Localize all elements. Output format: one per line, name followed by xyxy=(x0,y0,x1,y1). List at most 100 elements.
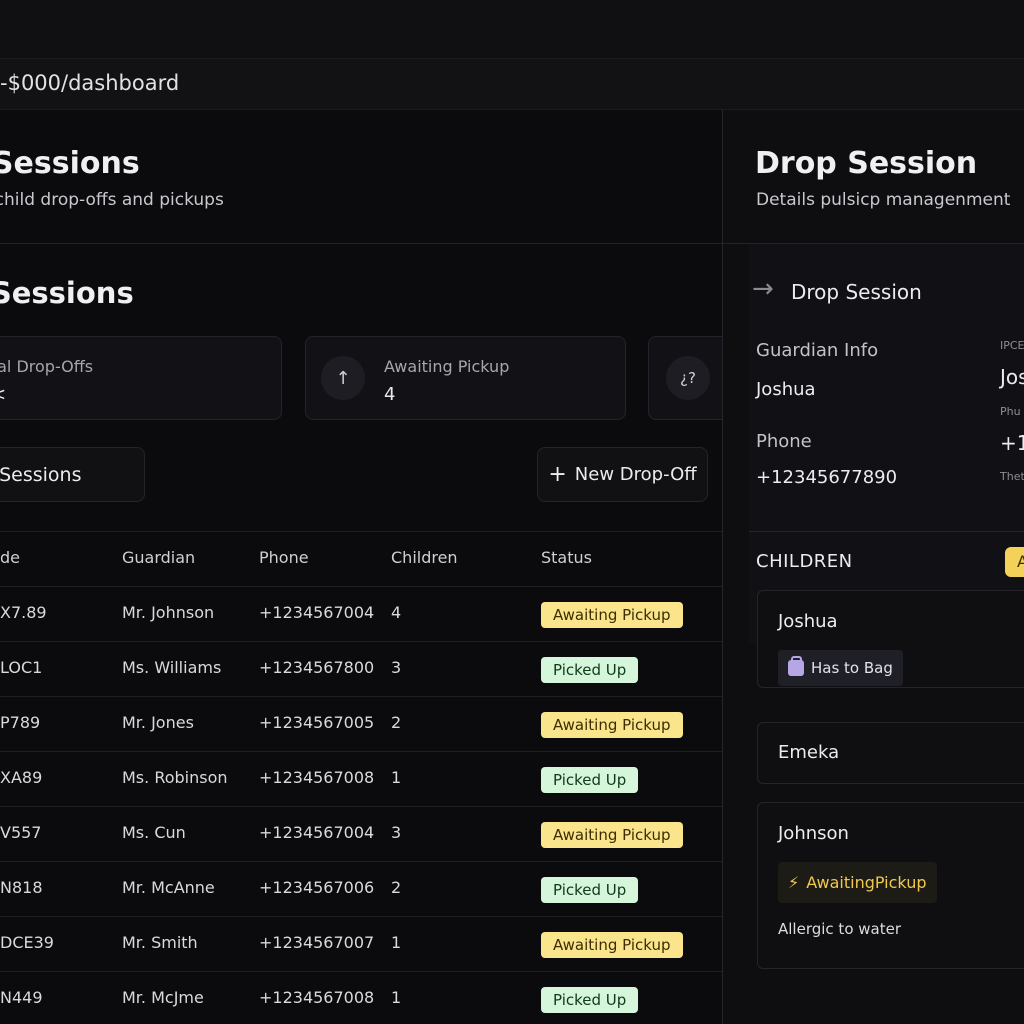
status-badge: Awaiting Pickup xyxy=(541,712,683,738)
cell-phone: +1234567004 xyxy=(259,603,375,622)
table-row[interactable]: X7.89 Mr. Johnson +1234567004 4 Awaiting… xyxy=(0,586,722,641)
table-row[interactable]: DCE39 Mr. Smith +1234567007 1 Awaiting P… xyxy=(0,916,722,971)
cell-guardian: Ms. Williams xyxy=(122,658,222,677)
cell-phone: +1234567800 xyxy=(259,658,375,677)
table-header: de Guardian Phone Children Status xyxy=(0,531,722,586)
cell-children: 1 xyxy=(391,768,402,787)
child-tag: Has to Bag xyxy=(778,650,903,686)
status-badge: Picked Up xyxy=(541,987,639,1013)
address-url[interactable]: -$000/dashboard xyxy=(0,71,179,95)
child-card-emeka[interactable]: Emeka xyxy=(757,722,1024,784)
cell-code: N449 xyxy=(0,988,43,1007)
cell-children: 4 xyxy=(391,603,402,622)
sessions-table: de Guardian Phone Children Status X7.89 … xyxy=(0,531,722,1024)
detail-title: Drop Session xyxy=(755,146,978,181)
cell-children: 1 xyxy=(391,988,402,1007)
cell-code: XA89 xyxy=(0,768,43,787)
cell-children: 3 xyxy=(391,823,402,842)
cell-phone: +1234567004 xyxy=(259,823,375,842)
table-row[interactable]: V557 Ms. Cun +1234567004 3 Awaiting Pick… xyxy=(0,806,722,861)
cell-phone: +1234567008 xyxy=(259,988,375,1007)
arrow-up-icon: ↑ xyxy=(321,356,365,400)
status-cell: Awaiting Pickup xyxy=(541,712,683,738)
page-title: p Sessions xyxy=(0,146,140,181)
cell-children: 1 xyxy=(391,933,402,952)
section-title: p Sessions xyxy=(0,276,134,310)
right-col-value: Jos xyxy=(1000,365,1024,389)
status-badge: Picked Up xyxy=(541,767,639,793)
status-cell: Awaiting Pickup xyxy=(541,822,683,848)
cell-code: P789 xyxy=(0,713,41,732)
stat-card-awaiting: ↑ Awaiting Pickup 4 xyxy=(305,336,626,420)
status-cell: Awaiting Pickup xyxy=(541,932,683,958)
status-cell: Awaiting Pickup xyxy=(541,602,683,628)
right-col-label: Thet xyxy=(1000,470,1024,483)
cell-guardian: Mr. McJme xyxy=(122,988,204,1007)
session-heading: Drop Session xyxy=(791,280,922,304)
cell-code: V557 xyxy=(0,823,42,842)
cell-phone: +1234567008 xyxy=(259,768,375,787)
cell-guardian: Mr. Jones xyxy=(122,713,194,732)
header-status[interactable]: Status xyxy=(541,548,592,567)
status-badge: Picked Up xyxy=(541,877,639,903)
status-badge: Picked Up xyxy=(541,657,639,683)
main-panel: p Sessions ge child drop-offs and pickup… xyxy=(0,110,748,1024)
sessions-list-tab[interactable]: p Sessions xyxy=(0,447,145,502)
status-cell: Picked Up xyxy=(541,877,639,903)
cell-guardian: Mr. Smith xyxy=(122,933,198,952)
header-code[interactable]: de xyxy=(0,548,20,567)
header-phone[interactable]: Phone xyxy=(259,548,309,567)
header-children[interactable]: Children xyxy=(391,548,458,567)
stat-value: 4 xyxy=(384,384,396,405)
cell-guardian: Ms. Robinson xyxy=(122,768,228,787)
detail-panel: Drop Session Details pulsicp managenment… xyxy=(722,110,1024,1024)
child-status-label: AwaitingPickup xyxy=(806,873,927,892)
header-divider xyxy=(0,243,722,244)
cell-guardian: Mr. Johnson xyxy=(122,603,215,622)
browser-tab-strip xyxy=(0,0,1024,58)
status-cell: Picked Up xyxy=(541,657,639,683)
cell-phone: +1234567007 xyxy=(259,933,375,952)
page-subtitle: ge child drop-offs and pickups xyxy=(0,190,224,210)
children-count-badge[interactable]: A xyxy=(1005,547,1024,577)
status-badge: Awaiting Pickup xyxy=(541,602,683,628)
cell-guardian: Mr. McAnne xyxy=(122,878,215,897)
child-name: Joshua xyxy=(778,611,838,632)
bag-icon xyxy=(788,656,804,676)
table-row[interactable]: P789 Mr. Jones +1234567005 2 Awaiting Pi… xyxy=(0,696,722,751)
sessions-list-label: p Sessions xyxy=(0,464,82,486)
stat-label: etal Drop-Offs xyxy=(0,357,94,376)
cell-code: X7.89 xyxy=(0,603,47,622)
status-cell: Picked Up xyxy=(541,987,639,1013)
cell-guardian: Ms. Cun xyxy=(122,823,186,842)
cell-children: 2 xyxy=(391,878,402,897)
stat-value: < xyxy=(0,384,6,405)
arrow-right-icon[interactable]: → xyxy=(752,276,774,302)
cell-code: DCE39 xyxy=(0,933,54,952)
table-row[interactable]: LOC1 Ms. Williams +1234567800 3 Picked U… xyxy=(0,641,722,696)
children-title: CHILDREN xyxy=(756,551,853,572)
guardian-name: Joshua xyxy=(756,379,816,400)
table-row[interactable]: N818 Mr. McAnne +1234567006 2 Picked Up xyxy=(0,861,722,916)
cell-children: 2 xyxy=(391,713,402,732)
right-col-label: Phu xyxy=(1000,405,1021,418)
phone-label: Phone xyxy=(756,431,812,452)
phone-value: +12345677890 xyxy=(756,467,898,488)
new-drop-off-label: New Drop-Off xyxy=(574,464,697,485)
status-cell: Picked Up xyxy=(541,767,639,793)
child-card-joshua[interactable]: Joshua Has to Bag xyxy=(757,590,1024,688)
cell-code: N818 xyxy=(0,878,43,897)
stat-card-total: etal Drop-Offs < xyxy=(0,336,282,420)
child-card-johnson[interactable]: Johnson ⚡ AwaitingPickup Allergic to wat… xyxy=(757,802,1024,969)
table-row[interactable]: XA89 Ms. Robinson +1234567008 1 Picked U… xyxy=(0,751,722,806)
question-icon: ¿? xyxy=(666,356,710,400)
new-drop-off-button[interactable]: + New Drop-Off xyxy=(537,447,708,502)
header-guardian[interactable]: Guardian xyxy=(122,548,195,567)
detail-subtitle: Details pulsicp managenment xyxy=(756,190,1011,210)
table-row[interactable]: N449 Mr. McJme +1234567008 1 Picked Up xyxy=(0,971,722,1024)
guardian-info-label: Guardian Info xyxy=(756,340,879,361)
child-name: Emeka xyxy=(778,742,840,763)
cell-children: 3 xyxy=(391,658,402,677)
right-col-label: IPCE xyxy=(1000,339,1024,352)
browser-address-bar[interactable]: -$000/dashboard xyxy=(0,58,1024,110)
